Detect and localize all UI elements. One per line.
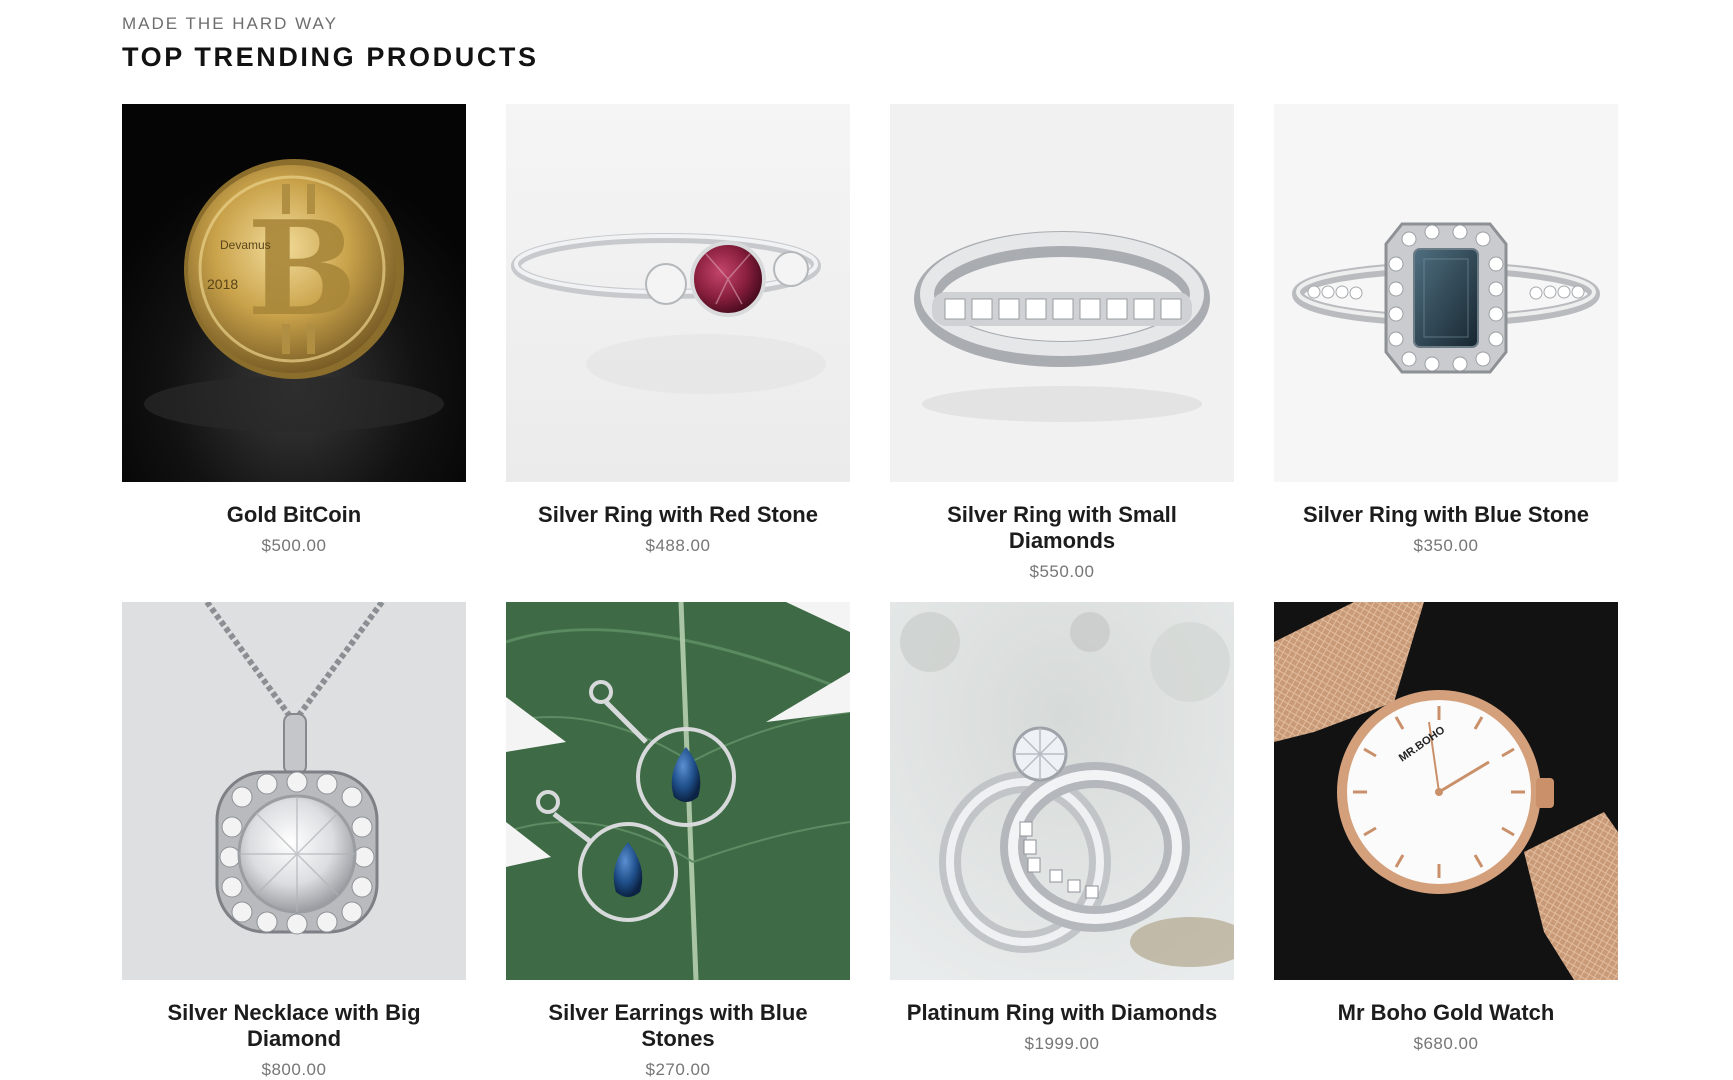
product-price: $550.00 [1029, 562, 1095, 581]
ring-red-stone-illustration [506, 104, 850, 482]
platinum-ring-image[interactable] [890, 602, 1234, 980]
product-grid: B Devamus 2018 Gold BitCoin $500.00 Silv… [122, 104, 1618, 1080]
platinum-ring-illustration [890, 602, 1234, 980]
product-card[interactable]: Silver Ring with Blue Stone $350.00 [1274, 104, 1618, 582]
product-name[interactable]: Platinum Ring with Diamonds [890, 1000, 1234, 1026]
earrings-blue-stones-image[interactable] [506, 602, 850, 980]
svg-text:2018: 2018 [207, 276, 238, 292]
section-title: TOP TRENDING PRODUCTS [122, 42, 539, 72]
product-price: $500.00 [261, 536, 327, 555]
product-name[interactable]: Gold BitCoin [122, 502, 466, 528]
product-price: $270.00 [645, 1060, 711, 1079]
gold-bitcoin-illustration: B Devamus 2018 [122, 104, 466, 482]
necklace-diamond-image[interactable] [122, 602, 466, 980]
svg-text:Devamus: Devamus [220, 238, 271, 252]
product-card[interactable]: Silver Ring with Red Stone $488.00 [506, 104, 850, 582]
product-card[interactable]: Silver Ring with Small Diamonds $550.00 [890, 104, 1234, 582]
section-eyebrow: MADE THE HARD WAY [122, 14, 338, 33]
ring-blue-stone-image[interactable] [1274, 104, 1618, 482]
svg-text:B: B [247, 192, 357, 345]
product-name[interactable]: Silver Ring with Red Stone [506, 502, 850, 528]
product-price: $680.00 [1413, 1034, 1479, 1053]
product-name[interactable]: Mr Boho Gold Watch [1274, 1000, 1618, 1026]
earrings-blue-stones-illustration [506, 602, 850, 980]
product-name[interactable]: Silver Ring with Small Diamonds [890, 502, 1234, 554]
necklace-diamond-illustration [122, 602, 466, 980]
product-name[interactable]: Silver Necklace with Big Diamond [122, 1000, 466, 1052]
ring-small-diamonds-image[interactable] [890, 104, 1234, 482]
product-card[interactable]: Silver Earrings with Blue Stones $270.00 [506, 602, 850, 1080]
product-card[interactable]: Silver Necklace with Big Diamond $800.00 [122, 602, 466, 1080]
ring-small-diamonds-illustration [890, 104, 1234, 482]
product-name[interactable]: Silver Ring with Blue Stone [1274, 502, 1618, 528]
product-card[interactable]: Platinum Ring with Diamonds $1999.00 [890, 602, 1234, 1080]
gold-watch-image[interactable]: MR.BOHO [1274, 602, 1618, 980]
gold-watch-illustration: MR.BOHO [1274, 602, 1618, 980]
ring-red-stone-image[interactable] [506, 104, 850, 482]
product-price: $1999.00 [1024, 1034, 1100, 1053]
product-card[interactable]: MR.BOHO Mr Boho Gold Watch $680.00 [1274, 602, 1618, 1080]
ring-blue-stone-illustration [1274, 104, 1618, 482]
product-price: $800.00 [261, 1060, 327, 1079]
product-price: $488.00 [645, 536, 711, 555]
product-name[interactable]: Silver Earrings with Blue Stones [506, 1000, 850, 1052]
gold-bitcoin-image[interactable]: B Devamus 2018 [122, 104, 466, 482]
product-card[interactable]: B Devamus 2018 Gold BitCoin $500.00 [122, 104, 466, 582]
product-price: $350.00 [1413, 536, 1479, 555]
